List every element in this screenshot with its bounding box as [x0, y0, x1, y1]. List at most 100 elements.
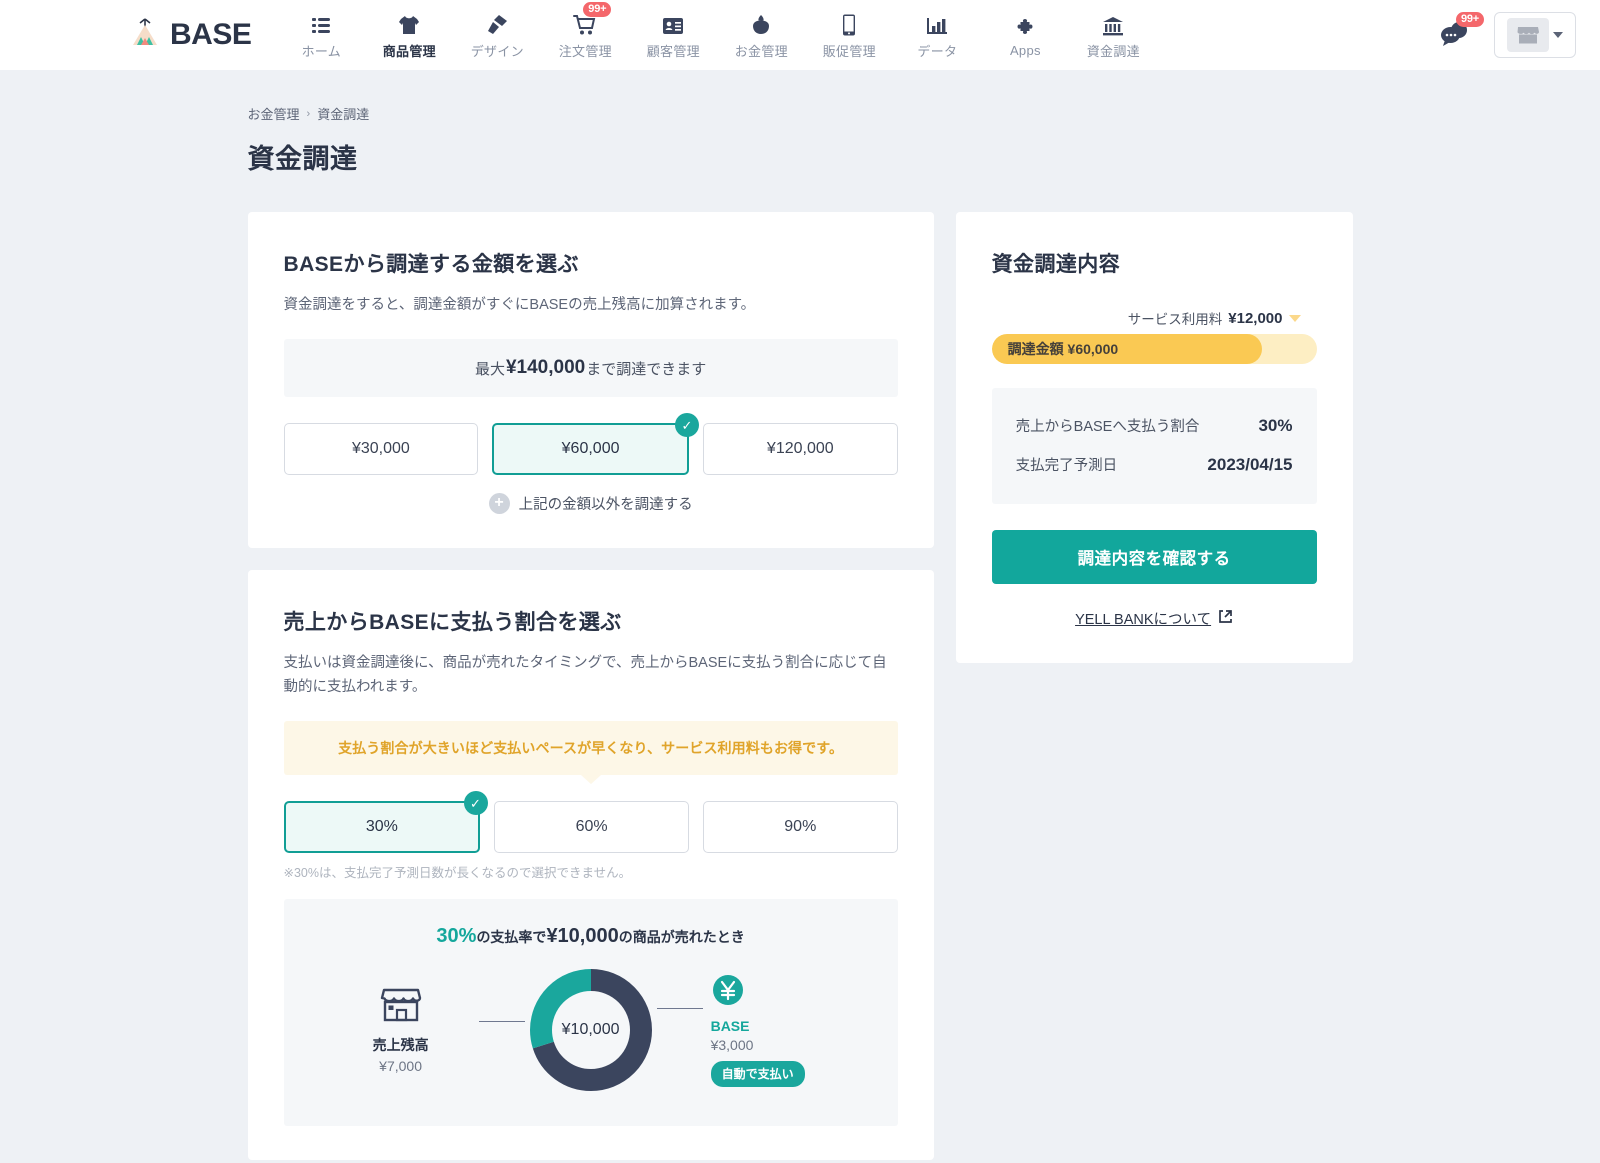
puzzle-icon: [1013, 13, 1037, 39]
ratio-selection-card: 売上からBASEに支払う割合を選ぶ 支払いは資金調達後に、商品が売れたタイミング…: [247, 570, 934, 1161]
ratio-options: 30% ✓ 60% 90%: [283, 791, 898, 854]
nav-item-customers[interactable]: 顧客管理: [629, 0, 717, 70]
bar-value: ¥60,000: [1067, 341, 1119, 357]
donut-center-label: ¥10,000: [561, 1021, 620, 1039]
amount-option-1[interactable]: ¥30,000: [283, 423, 479, 476]
summary-row-ratio: 売上からBASEへ支払う割合 30%: [1016, 406, 1293, 445]
storefront-icon: [1507, 18, 1549, 52]
legend-base-value: ¥3,000: [710, 1037, 754, 1054]
right-column: 資金調達内容 サービス利用料 ¥12,000 調達金額 ¥60,000 売上から…: [955, 212, 1353, 663]
external-link-icon: [1218, 609, 1233, 628]
legend-balance-value: ¥7,000: [379, 1058, 422, 1075]
triangle-down-icon: [1288, 314, 1301, 322]
brand-logo[interactable]: BASE: [128, 17, 252, 54]
simulation-rate: 30%: [436, 925, 477, 948]
tshirt-icon: [397, 11, 421, 37]
tent-logo-icon: [128, 17, 162, 54]
summary-row-date-value: 2023/04/15: [1207, 454, 1293, 474]
chat-button[interactable]: 99+: [1438, 12, 1484, 54]
nav-item-apps[interactable]: Apps: [981, 0, 1069, 70]
yell-bank-link[interactable]: YELL BANKについて: [992, 608, 1317, 629]
amount-selection-card: BASEから調達する金額を選ぶ 資金調達をすると、調達金額がすぐにBASEの売上…: [247, 212, 934, 549]
nav-item-products[interactable]: 商品管理: [365, 0, 453, 70]
amount-options: ¥30,000 ¥60,000 ✓ ¥120,000: [283, 413, 898, 476]
nav-label-products: 商品管理: [382, 43, 436, 59]
ratio-option-3-label: 90%: [784, 818, 817, 836]
ratio-option-2-label: 60%: [575, 818, 608, 836]
summary-details: 売上からBASEへ支払う割合 30% 支払完了予測日 2023/04/15: [991, 388, 1317, 504]
yen-circle-icon: [711, 975, 745, 1011]
nav-badge-orders: 99+: [583, 1, 612, 17]
amount-card-title: BASEから調達する金額を選ぶ: [283, 253, 579, 276]
amount-option-3-label: ¥120,000: [766, 440, 834, 458]
nav-item-design[interactable]: デザイン: [453, 0, 541, 70]
summary-row-ratio-value: 30%: [1258, 415, 1293, 435]
simulation-sale-amount: ¥10,000: [546, 925, 619, 948]
amount-option-3[interactable]: ¥120,000: [702, 423, 898, 476]
bar-chart-icon: [925, 11, 949, 37]
nav-label-promotion: 販促管理: [822, 43, 876, 59]
chevron-down-icon: [1553, 32, 1563, 38]
nav-label-apps: Apps: [1009, 42, 1041, 58]
ratio-card-title: 売上からBASEに支払う割合を選ぶ: [283, 611, 622, 635]
service-fee-label: サービス利用料: [1127, 312, 1223, 327]
nav-item-home[interactable]: ホーム: [277, 0, 365, 70]
bar-label: 調達金額: [1007, 341, 1064, 357]
simulation-heading-mid: の支払率で: [476, 929, 547, 946]
summary-card-title: 資金調達内容: [991, 253, 1121, 276]
nav-label-design: デザイン: [470, 43, 524, 59]
ratio-tip-banner: 支払う割合が大きいほど支払いペースが早くなり、サービス利用料もお得です。: [283, 721, 898, 776]
brand-name: BASE: [170, 18, 252, 51]
chat-bubble-icon: [1438, 22, 1472, 54]
check-icon: ✓: [463, 791, 488, 816]
service-fee-value: ¥12,000: [1228, 309, 1283, 327]
nav-item-promotion[interactable]: 販促管理: [805, 0, 893, 70]
brush-icon: [485, 11, 509, 37]
other-amount-link[interactable]: + 上記の金額以外を調達する: [284, 493, 898, 515]
page-title: 資金調達: [247, 144, 358, 174]
max-amount-value: ¥140,000: [505, 357, 586, 379]
legend-balance-title: 売上残高: [372, 1037, 429, 1054]
max-prefix: 最大: [474, 360, 505, 378]
nav-item-money[interactable]: お金管理: [717, 0, 805, 70]
nav-label-orders: 注文管理: [558, 43, 612, 59]
top-navigation-bar: BASE ホーム 商品管理 デザイン 99+ 注文管理 顧客管理 お金管理 販促…: [0, 0, 1600, 70]
check-icon: ✓: [674, 413, 699, 438]
ratio-option-1-label: 30%: [365, 818, 398, 836]
ratio-option-3[interactable]: 90%: [702, 801, 898, 854]
nav-label-money: お金管理: [734, 43, 788, 59]
nav-right-group: 99+: [1438, 12, 1576, 58]
fee-bar-group: サービス利用料 ¥12,000 調達金額 ¥60,000: [991, 308, 1317, 364]
wallet-icon: [749, 11, 773, 37]
amount-option-2[interactable]: ¥60,000 ✓: [492, 413, 699, 476]
yell-bank-link-label: YELL BANKについて: [1075, 612, 1212, 628]
ratio-option-1[interactable]: 30% ✓: [283, 791, 488, 854]
simulation-heading: 30%の支払率で¥10,000の商品が売れたとき: [304, 925, 878, 948]
leader-line-left: [478, 1020, 525, 1022]
max-suffix: まで調達できます: [586, 360, 707, 378]
confirm-funding-button[interactable]: 調達内容を確認する: [991, 530, 1317, 584]
leader-line-right: [656, 1007, 703, 1009]
summary-row-date: 支払完了予測日 2023/04/15: [1016, 445, 1293, 484]
nav-item-orders[interactable]: 99+ 注文管理: [541, 0, 629, 70]
breadcrumb-parent[interactable]: お金管理: [248, 104, 300, 123]
summary-row-date-key: 支払完了予測日: [1015, 458, 1118, 474]
summary-row-ratio-key: 売上からBASEへ支払う割合: [1015, 419, 1200, 435]
list-icon: [310, 11, 332, 37]
nav-label-customers: 顧客管理: [646, 43, 700, 59]
ratio-note: ※30%は、支払完了予測日数が長くなるので選択できません。: [283, 866, 632, 881]
legend-base: BASE ¥3,000 自動で支払い: [703, 973, 853, 1088]
id-card-icon: [661, 11, 685, 37]
breadcrumb: お金管理 › 資金調達: [248, 104, 1353, 123]
auto-payment-badge: 自動で支払い: [710, 1061, 805, 1088]
ratio-option-2[interactable]: 60%: [494, 801, 689, 854]
donut-chart: ¥10,000: [525, 964, 657, 1096]
nav-item-funding[interactable]: 資金調達: [1069, 0, 1157, 70]
payment-simulation: 30%の支払率で¥10,000の商品が売れたとき 売上残高 ¥7,000 ¥10…: [283, 899, 898, 1127]
funding-amount-bar-fill: 調達金額 ¥60,000: [991, 334, 1263, 364]
smartphone-icon: [840, 11, 858, 37]
nav-item-data[interactable]: データ: [893, 0, 981, 70]
breadcrumb-current[interactable]: 資金調達: [317, 104, 369, 123]
chat-badge: 99+: [1455, 12, 1484, 28]
store-selector[interactable]: [1494, 12, 1576, 58]
